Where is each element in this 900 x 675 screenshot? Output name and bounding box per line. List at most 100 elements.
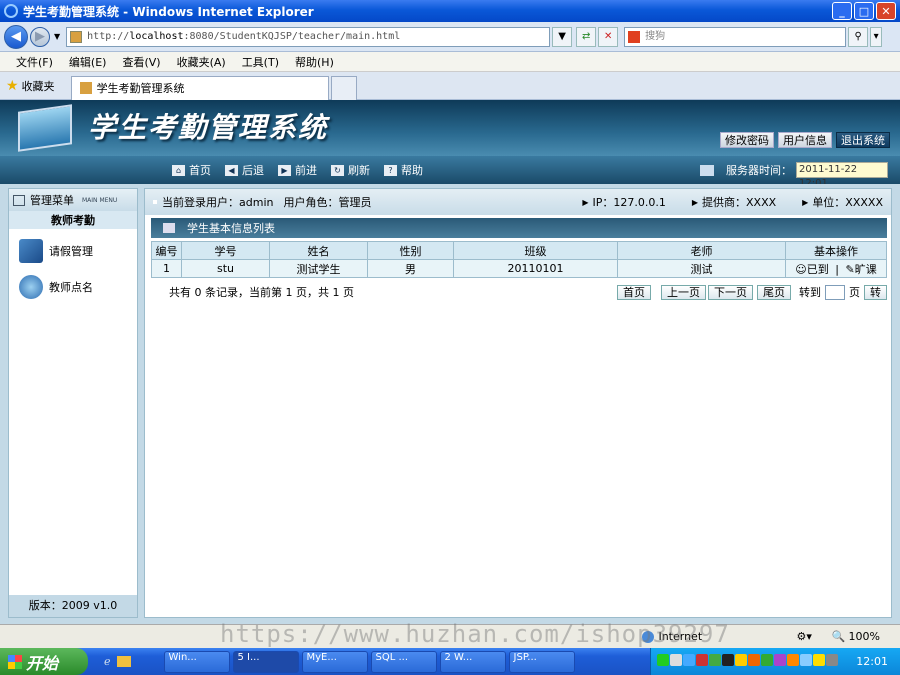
header-nav: ⌂ 首页 ◀ 后退 ▶ 前进 ↻ 刷新 ? 帮助 服务器时间： 2011-11-22 12…	[0, 156, 900, 189]
search-input[interactable]: 搜狗	[624, 26, 847, 47]
go-button[interactable]: 转	[864, 284, 887, 300]
history-dropdown-icon[interactable]: ▼	[54, 32, 60, 41]
version-label: 版本：2009 v1.0	[9, 595, 137, 617]
sidebar-item-rollcall[interactable]: 教师点名	[9, 271, 137, 303]
page-unit-label: 页	[849, 286, 860, 299]
server-monitor-icon	[700, 164, 714, 176]
quicklaunch-folder-icon[interactable]	[116, 656, 131, 667]
pager: 共有 0 条记录，当前第 1 页，共 1 页 首页 上一页 下一页 尾页 转到 …	[169, 284, 887, 300]
present-icon: ☺	[795, 262, 807, 276]
absent-icon: ✎	[845, 262, 855, 276]
task-myeclipse[interactable]: MyE...	[301, 650, 368, 673]
back-icon[interactable]: ◀	[4, 24, 28, 49]
leave-management-icon	[19, 239, 43, 263]
url-input[interactable]: http://localhost:8080/StudentKQJSP/teach…	[66, 26, 551, 47]
search-dropdown-icon[interactable]: ▾	[870, 26, 883, 47]
protected-mode-icon[interactable]: ⚙▾	[796, 630, 811, 643]
windows-logo-icon	[8, 654, 22, 669]
nav-home[interactable]: ⌂ 首页	[172, 162, 211, 178]
task-jsp[interactable]: JSP...	[508, 650, 575, 673]
stop-icon[interactable]: ✕	[598, 26, 619, 47]
col-teacher: 老师	[617, 241, 786, 260]
gear-icon	[19, 275, 43, 299]
window-titlebar: 学生考勤管理系统 - Windows Internet Explorer _ □…	[0, 0, 900, 22]
search-icon[interactable]: ⚲	[848, 26, 869, 47]
present-label: 已到	[806, 262, 829, 276]
menu-view[interactable]: 查看(V)	[122, 54, 160, 70]
favorites-star-icon[interactable]: ★	[6, 78, 19, 94]
refresh-icon[interactable]: ⇄	[576, 26, 597, 47]
clock[interactable]: 12:01	[856, 655, 888, 668]
cell-actions: ☺已到 | ✎旷课	[785, 259, 887, 278]
forward-icon[interactable]: ▶	[30, 26, 50, 47]
col-actions: 基本操作	[785, 241, 887, 260]
window-title: 学生考勤管理系统 - Windows Internet Explorer	[23, 4, 314, 19]
mark-present-link[interactable]: ☺已到	[795, 263, 828, 276]
maximize-button[interactable]: □	[854, 2, 874, 20]
mark-absent-link[interactable]: ✎旷课	[845, 263, 876, 276]
nav-help[interactable]: ? 帮助	[384, 162, 423, 178]
first-page-button[interactable]: 首页	[617, 284, 651, 300]
zoom-level[interactable]: 100%	[849, 630, 880, 643]
col-name: 姓名	[269, 241, 368, 260]
sidebar-head-label: 管理菜单	[30, 194, 74, 207]
bullet-icon	[153, 200, 157, 204]
page-favicon-icon	[70, 30, 83, 43]
nav-back[interactable]: ◀ 后退	[225, 162, 264, 178]
table-header-row: 编号 学号 姓名 性别 班级 老师 基本操作	[151, 241, 887, 260]
new-tab-button[interactable]	[330, 75, 357, 100]
ip-address: IP：127.0.0.1	[592, 196, 666, 209]
nav-home-label: 首页	[189, 164, 211, 177]
nav-forward[interactable]: ▶ 前进	[278, 162, 317, 178]
sidebar-head: 管理菜单 MAIN MENU	[9, 189, 137, 211]
cell-name: 测试学生	[269, 259, 368, 278]
prev-page-button[interactable]: 上一页	[661, 284, 706, 300]
task-ie[interactable]: 5 I...	[232, 650, 299, 673]
favorites-label[interactable]: 收藏夹	[22, 78, 55, 94]
close-button[interactable]: ✕	[876, 2, 896, 20]
ie-logo-icon	[4, 4, 18, 18]
home-icon: ⌂	[172, 164, 185, 176]
minimize-button[interactable]: _	[832, 2, 852, 20]
cell-class: 20110101	[453, 259, 618, 278]
last-page-button[interactable]: 尾页	[757, 284, 791, 300]
url-dropdown-icon[interactable]: ▼	[552, 26, 573, 47]
nav-help-label: 帮助	[401, 164, 423, 177]
arrow-icon: ▶	[691, 197, 698, 207]
start-button[interactable]: 开始	[0, 648, 88, 675]
start-label: 开始	[26, 653, 59, 673]
tray-icons[interactable]	[657, 654, 839, 669]
menu-help[interactable]: 帮助(H)	[295, 54, 334, 70]
nav-forward-label: 前进	[295, 164, 317, 177]
menu-tools[interactable]: 工具(T)	[242, 54, 279, 70]
col-class: 班级	[453, 241, 618, 260]
menu-favorites[interactable]: 收藏夹(A)	[177, 54, 226, 70]
server-time-label: 服务器时间：	[726, 164, 792, 177]
help-icon: ?	[384, 164, 397, 176]
main-panel: 当前登录用户：admin 用户角色：管理员 ▶ IP：127.0.0.1 ▶ 提…	[144, 188, 892, 618]
quicklaunch-ie-icon[interactable]: ℯ	[104, 655, 111, 668]
task-win[interactable]: Win...	[163, 650, 230, 673]
favorites-bar: ★ 收藏夹 学生考勤管理系统	[0, 72, 900, 100]
logout-button[interactable]: 退出系统	[836, 132, 890, 148]
user-info-button[interactable]: 用户信息	[778, 132, 832, 148]
sidebar-item-leave[interactable]: 请假管理	[9, 235, 137, 267]
menu-file[interactable]: 文件(F)	[16, 54, 53, 70]
sidebar-head-en: MAIN MENU	[82, 196, 118, 204]
system-tray: 12:01	[650, 648, 900, 675]
cell-gender: 男	[367, 259, 454, 278]
change-password-button[interactable]: 修改密码	[720, 132, 774, 148]
task-explorer[interactable]: 2 W...	[439, 650, 506, 673]
menu-icon	[13, 194, 25, 206]
sidebar-item-label: 请假管理	[49, 245, 93, 258]
next-page-button[interactable]: 下一页	[708, 284, 753, 300]
page-number-input[interactable]	[825, 284, 845, 300]
sidebar: 管理菜单 MAIN MENU 教师考勤 请假管理 教师点名 版本：2009 v1…	[8, 188, 138, 618]
forward-arrow-icon: ▶	[278, 164, 291, 176]
list-title-bar: 学生基本信息列表	[151, 218, 887, 238]
menu-edit[interactable]: 编辑(E)	[69, 54, 107, 70]
task-sql[interactable]: SQL ...	[370, 650, 437, 673]
tab-favicon-icon	[79, 82, 92, 94]
browser-tab[interactable]: 学生考勤管理系统	[70, 75, 329, 100]
nav-refresh[interactable]: ↻ 刷新	[331, 162, 370, 178]
